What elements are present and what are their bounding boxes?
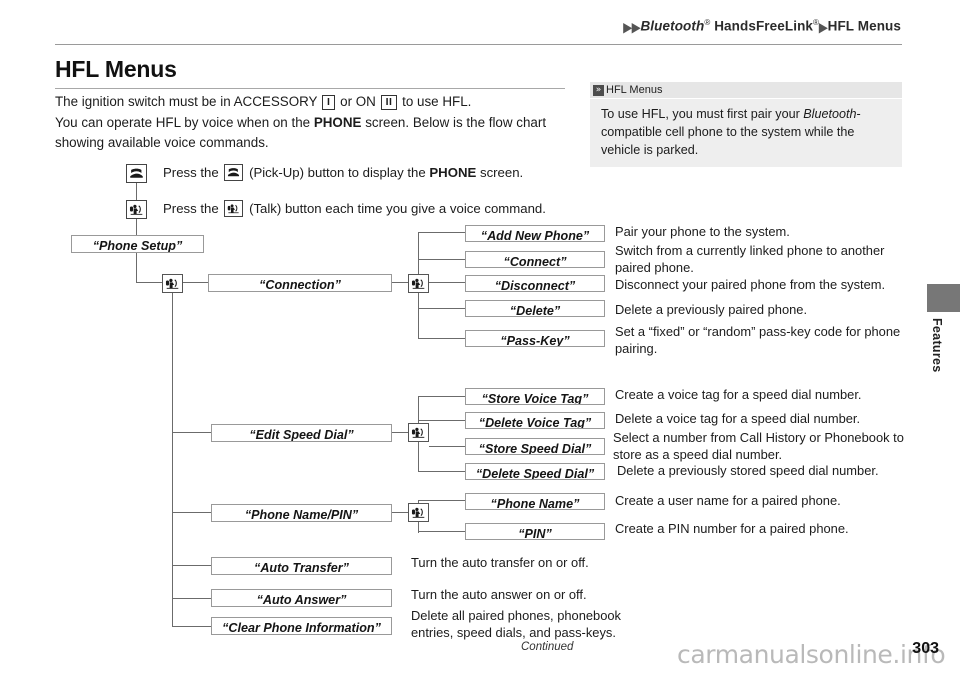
flow-line-store-voice-tag — [418, 396, 466, 398]
flow-line-to-clear-phone-info — [172, 626, 212, 628]
flow-line-edit-speed-dial-out — [392, 432, 408, 434]
flow-line-delete — [418, 308, 466, 310]
talk-node-icon-phone-name-pin — [408, 503, 429, 522]
flow-node-add-new-phone[interactable]: “Add New Phone” — [465, 225, 605, 242]
flow-node-pass-key[interactable]: “Pass-Key” — [465, 330, 605, 347]
flow-node-clear-phone-information[interactable]: “Clear Phone Information” — [211, 617, 392, 635]
page-number: 303 — [912, 640, 939, 657]
flow-line-to-edit-speed-dial — [172, 432, 212, 434]
continued-label: Continued — [521, 641, 574, 653]
flow-desc-store-speed-dial: Select a number from Call History or Pho… — [613, 430, 904, 462]
flow-node-phone-setup[interactable]: “Phone Setup” — [71, 235, 204, 253]
flow-line-root-down — [136, 253, 138, 283]
flow-node-auto-answer[interactable]: “Auto Answer” — [211, 589, 392, 607]
flow-line-connect — [418, 259, 466, 261]
flow-desc-auto-answer: Turn the auto answer on or off. — [411, 587, 587, 602]
flow-node-connect[interactable]: “Connect” — [465, 251, 605, 268]
flow-line-pin — [418, 531, 466, 533]
talk-node-icon-level1 — [162, 274, 183, 293]
flow-desc-add-new-phone: Pair your phone to the system. — [615, 224, 790, 239]
flow-node-store-voice-tag[interactable]: “Store Voice Tag” — [465, 388, 605, 405]
flow-node-edit-speed-dial[interactable]: “Edit Speed Dial” — [211, 424, 392, 442]
flow-desc-connect: Switch from a currently linked phone to … — [615, 243, 885, 275]
flow-line-talk-to-root — [136, 219, 138, 236]
flow-line-connection-out — [392, 282, 408, 284]
flow-line-to-auto-transfer — [172, 565, 212, 567]
flow-node-store-speed-dial[interactable]: “Store Speed Dial” — [465, 438, 605, 455]
flow-node-delete-speed-dial[interactable]: “Delete Speed Dial” — [465, 463, 605, 480]
flow-node-auto-transfer[interactable]: “Auto Transfer” — [211, 557, 392, 575]
flow-line-to-auto-answer — [172, 598, 212, 600]
flow-desc-delete-speed-dial: Delete a previously stored speed dial nu… — [617, 463, 879, 478]
flow-node-phone-name[interactable]: “Phone Name” — [465, 493, 605, 510]
flow-node-delete-voice-tag[interactable]: “Delete Voice Tag” — [465, 412, 605, 429]
talk-node-icon-connection — [408, 274, 429, 293]
flow-desc-clear-phone-information: Delete all paired phones, phonebook entr… — [411, 608, 621, 640]
flow-node-disconnect[interactable]: “Disconnect” — [465, 275, 605, 292]
flow-node-phone-name-pin[interactable]: “Phone Name/PIN” — [211, 504, 392, 522]
flow-node-pin[interactable]: “PIN” — [465, 523, 605, 540]
flow-desc-delete: Delete a previously paired phone. — [615, 302, 808, 317]
flow-line-phone-name — [418, 500, 466, 502]
flow-line-delete-voice-tag — [418, 420, 466, 422]
flow-desc-disconnect: Disconnect your paired phone from the sy… — [615, 277, 886, 292]
flow-line-to-connection — [183, 282, 209, 284]
watermark: carmanualsonline.info — [677, 640, 946, 669]
flow-node-connection[interactable]: “Connection” — [208, 274, 392, 292]
manual-page: ▶▶Bluetooth® HandsFreeLink®▶HFL Menus HF… — [0, 0, 960, 678]
flow-line-root-right — [136, 282, 162, 284]
flow-line-add-new-phone — [418, 232, 466, 234]
flow-line-delete-speed-dial — [418, 471, 466, 473]
talk-node-icon-edit-speed-dial — [408, 423, 429, 442]
flow-node-delete[interactable]: “Delete” — [465, 300, 605, 317]
flow-trunk-line — [172, 293, 174, 627]
flow-line-pass-key — [418, 338, 466, 340]
flow-line-phone-name-pin-out — [392, 512, 408, 514]
flow-desc-pin: Create a PIN number for a paired phone. — [615, 521, 849, 536]
flow-desc-store-voice-tag: Create a voice tag for a speed dial numb… — [615, 387, 862, 402]
flow-line-store-speed-dial — [429, 446, 466, 448]
flow-desc-pass-key: Set a “fixed” or “random” pass-key code … — [615, 324, 901, 356]
flow-desc-delete-voice-tag: Delete a voice tag for a speed dial numb… — [615, 411, 861, 426]
flow-desc-auto-transfer: Turn the auto transfer on or off. — [411, 555, 589, 570]
flow-line-to-phone-name-pin — [172, 512, 212, 514]
flow-line-disconnect — [429, 282, 466, 284]
flow-desc-phone-name: Create a user name for a paired phone. — [615, 493, 841, 508]
flow-chart: “Phone Setup” “Connection” “Add New Phon… — [0, 0, 960, 678]
